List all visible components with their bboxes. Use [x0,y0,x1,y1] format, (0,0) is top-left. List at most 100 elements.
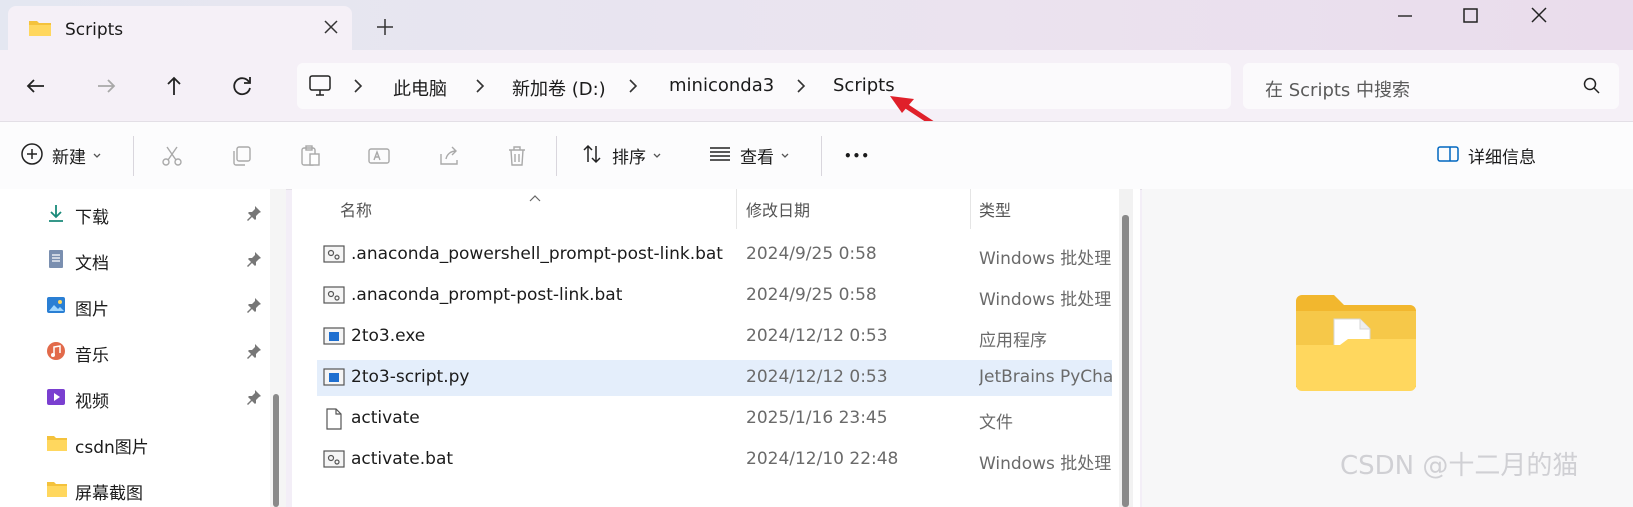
file-row[interactable]: .anaconda_prompt-post-link.bat 2024/9/25… [317,278,1112,314]
sidebar-item-label: 文档 [75,254,109,274]
sidebar-item-downloads[interactable]: 下载 [46,199,276,229]
details-button[interactable]: 详细信息 [1436,122,1536,189]
address-bar[interactable]: 此电脑 新加卷 (D:) miniconda3 Scripts [297,63,1231,109]
sidebar-item-label: 音乐 [75,346,109,366]
copy-icon[interactable] [229,122,253,189]
chevron-down-icon [92,146,102,165]
pictures-icon [46,295,66,319]
pin-icon[interactable] [246,297,262,317]
column-header-name[interactable]: 名称 [340,197,372,221]
chevron-down-icon [652,146,662,165]
view-label: 查看 [740,148,774,168]
share-icon[interactable] [437,122,461,189]
up-arrow-icon[interactable] [160,72,188,100]
more-options-icon: ••• [844,148,871,163]
paste-icon[interactable] [298,122,322,189]
close-tab-icon[interactable] [320,16,342,38]
sort-button[interactable]: 排序 [580,122,662,189]
new-button[interactable]: 新建 [20,122,102,189]
sidebar-item-videos[interactable]: 视频 [46,383,276,413]
pin-icon[interactable] [246,343,262,363]
column-header-type[interactable]: 类型 [979,197,1011,221]
close-window-icon[interactable] [1524,3,1554,29]
file-list-scrollbar[interactable] [1119,189,1133,507]
sidebar-item-music[interactable]: 音乐 [46,337,276,367]
chevron-right-icon[interactable] [625,77,641,95]
videos-icon [46,387,66,411]
chevron-right-icon[interactable] [350,77,366,95]
breadcrumb-drive-d[interactable]: 新加卷 (D:) [512,75,606,101]
sidebar-item-csdn-pictures[interactable]: csdn图片 [46,429,276,459]
file-name: activate.bat [351,449,454,469]
pin-icon[interactable] [246,205,262,225]
column-header-date[interactable]: 修改日期 [746,197,810,221]
maximize-icon[interactable] [1456,3,1486,29]
file-row-selected[interactable]: 2to3-script.py 2024/12/12 0:53 JetBrains… [317,360,1112,396]
chevron-right-icon[interactable] [793,77,809,95]
forward-arrow-icon[interactable] [92,72,120,100]
exe-file-icon [323,326,345,350]
details-label: 详细信息 [1468,148,1536,168]
file-row[interactable]: .anaconda_powershell_prompt-post-link.ba… [317,237,1112,273]
sidebar-item-screenshots[interactable]: 屏幕截图 [46,475,276,505]
sidebar-item-label: 视频 [75,392,109,412]
navigation-bar: 此电脑 新加卷 (D:) miniconda3 Scripts 在 Script… [0,50,1633,130]
file-list-scrollbar-thumb[interactable] [1122,215,1129,507]
file-name: .anaconda_powershell_prompt-post-link.ba… [351,244,723,264]
file-name: 2to3-script.py [351,367,470,387]
sidebar-scrollbar[interactable] [270,189,286,507]
file-type: Windows 批处理文件 [979,249,1112,269]
sidebar-item-label: csdn图片 [75,438,149,458]
sort-icon [580,142,604,170]
folder-icon [46,479,68,503]
toolbar-divider [556,136,557,176]
view-button[interactable]: 查看 [708,122,790,189]
column-divider[interactable] [970,189,971,229]
folder-preview-icon [1294,293,1418,397]
file-name: activate [351,408,420,428]
details-pane-icon [1436,142,1460,170]
new-label: 新建 [52,148,86,168]
folder-icon [28,18,52,42]
sidebar-item-label: 下载 [75,208,109,228]
file-list: 名称 修改日期 类型 .anaconda_powershell_prompt-p… [292,189,1140,507]
sidebar-item-label: 屏幕截图 [75,484,143,504]
pin-icon[interactable] [246,251,262,271]
documents-icon [46,249,66,273]
search-icon[interactable] [1583,77,1601,99]
chevron-right-icon[interactable] [472,77,488,95]
sidebar-item-pictures[interactable]: 图片 [46,291,276,321]
rename-icon[interactable] [367,122,391,189]
navigation-pane: 下载 文档 图片 音乐 视频 csdn图片 屏幕截图 [0,189,286,507]
file-type: 应用程序 [979,331,1047,351]
file-row[interactable]: 2to3.exe 2024/12/12 0:53 应用程序 [317,319,1112,355]
pin-icon[interactable] [246,389,262,409]
cut-icon[interactable] [160,122,184,189]
computer-icon[interactable] [307,73,333,103]
more-options-button[interactable]: ••• [844,122,870,189]
file-date: 2024/12/12 0:53 [746,326,888,346]
file-row[interactable]: activate 2025/1/16 23:45 文件 [317,401,1112,437]
breadcrumb-scripts[interactable]: Scripts [833,75,895,96]
search-box[interactable]: 在 Scripts 中搜索 [1243,63,1619,109]
sidebar-item-label: 图片 [75,300,109,320]
tab-scripts[interactable]: Scripts [8,6,352,52]
tab-title: Scripts [65,20,124,40]
minimize-icon[interactable] [1390,3,1420,29]
folder-icon [46,433,68,457]
batch-file-icon [323,244,345,268]
file-row[interactable]: activate.bat 2024/12/10 22:48 Windows 批处… [317,442,1112,478]
search-input[interactable]: 在 Scripts 中搜索 [1265,76,1410,102]
delete-icon[interactable] [505,122,529,189]
sidebar-scrollbar-thumb[interactable] [273,394,279,507]
file-type: JetBrains PyCharm [979,367,1112,387]
breadcrumb-miniconda3[interactable]: miniconda3 [669,75,774,96]
breadcrumb-this-pc[interactable]: 此电脑 [393,75,447,101]
file-name: .anaconda_prompt-post-link.bat [351,285,623,305]
sidebar-item-documents[interactable]: 文档 [46,245,276,275]
column-divider[interactable] [736,189,737,229]
new-tab-icon[interactable] [374,16,396,38]
file-date: 2024/9/25 0:58 [746,285,877,305]
refresh-icon[interactable] [228,72,256,100]
back-arrow-icon[interactable] [22,72,50,100]
